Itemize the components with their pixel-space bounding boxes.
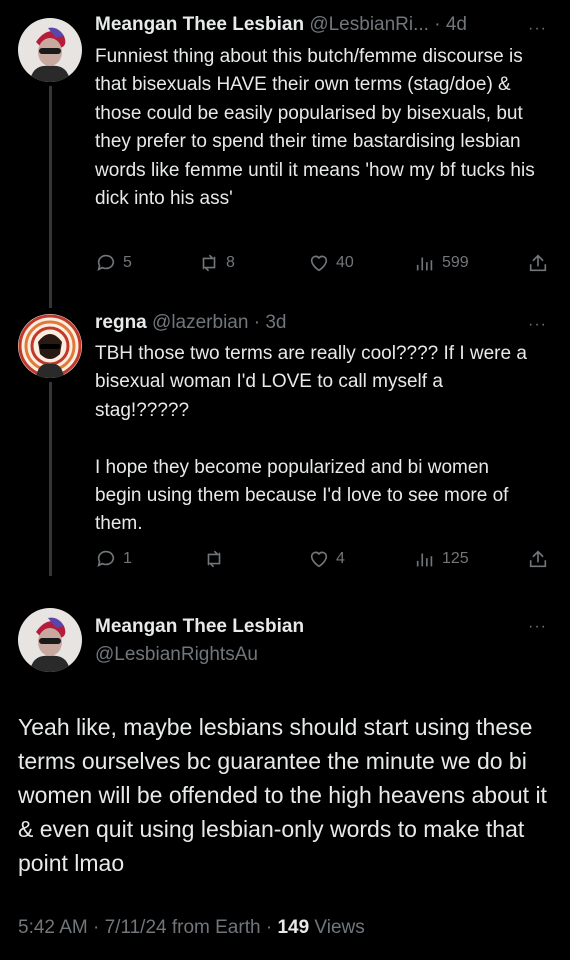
like-icon (310, 551, 328, 568)
like-count: 4 (336, 550, 345, 567)
tweet-text: Yeah like, maybe lesbians should start u… (18, 714, 554, 876)
thread-line-1 (49, 86, 52, 308)
tweet-text: TBH those two terms are really cool???? … (95, 343, 527, 535)
handle[interactable]: @LesbianRi... (309, 14, 429, 35)
handle[interactable]: @lazerbian (152, 312, 248, 333)
tweet-footer: 5:42 AM · 7/11/24 from Earth · 149 Views (18, 917, 365, 939)
avatar[interactable] (18, 18, 82, 82)
more-icon[interactable]: ··· (528, 618, 547, 636)
views-label: Views (309, 917, 365, 938)
separator: · (434, 14, 441, 35)
display-name[interactable]: Meangan Thee Lesbian (95, 14, 304, 35)
views-count: 599 (442, 254, 469, 271)
like-count: 40 (336, 254, 354, 271)
views-button[interactable]: 125 (414, 548, 469, 570)
views-icon (416, 553, 433, 567)
repost-icon (207, 550, 221, 568)
reply-button[interactable]: 5 (95, 252, 132, 274)
share-button[interactable] (527, 548, 549, 570)
more-icon[interactable]: ··· (528, 20, 547, 38)
display-name[interactable]: Meangan Thee Lesbian (95, 616, 304, 637)
like-icon (310, 255, 328, 272)
timestamp[interactable]: 3d (265, 312, 286, 333)
timestamp[interactable]: 5:42 AM · 7/11/24 from Earth · (18, 917, 277, 938)
repost-button[interactable] (203, 548, 231, 570)
reply-count: 5 (123, 254, 132, 271)
views-icon (416, 257, 433, 271)
tweet-text: Funniest thing about this butch/femme di… (95, 46, 540, 210)
avatar[interactable] (18, 608, 82, 672)
avatar-image (18, 314, 82, 378)
like-button[interactable]: 40 (308, 252, 354, 274)
handle[interactable]: @LesbianRightsAu (95, 644, 258, 665)
views-count: 149 (277, 917, 310, 938)
like-button[interactable]: 4 (308, 548, 345, 570)
repost-icon (202, 254, 216, 272)
share-icon (529, 254, 547, 272)
reply-icon (97, 254, 115, 271)
reply-count: 1 (123, 550, 132, 567)
share-icon (529, 550, 547, 568)
repost-count: 8 (226, 254, 235, 271)
avatar-image (18, 18, 82, 82)
views-button[interactable]: 599 (414, 252, 469, 274)
reply-button[interactable]: 1 (95, 548, 132, 570)
timestamp[interactable]: 4d (446, 14, 467, 35)
share-button[interactable] (527, 252, 549, 274)
views-count: 125 (442, 550, 469, 567)
avatar-image (18, 608, 82, 672)
thread-line-2 (49, 382, 52, 576)
display-name[interactable]: regna (95, 312, 147, 333)
more-icon[interactable]: ··· (528, 316, 547, 334)
avatar[interactable] (18, 314, 82, 378)
separator: · (253, 312, 261, 333)
reply-icon (97, 550, 115, 567)
repost-button[interactable]: 8 (198, 252, 235, 274)
